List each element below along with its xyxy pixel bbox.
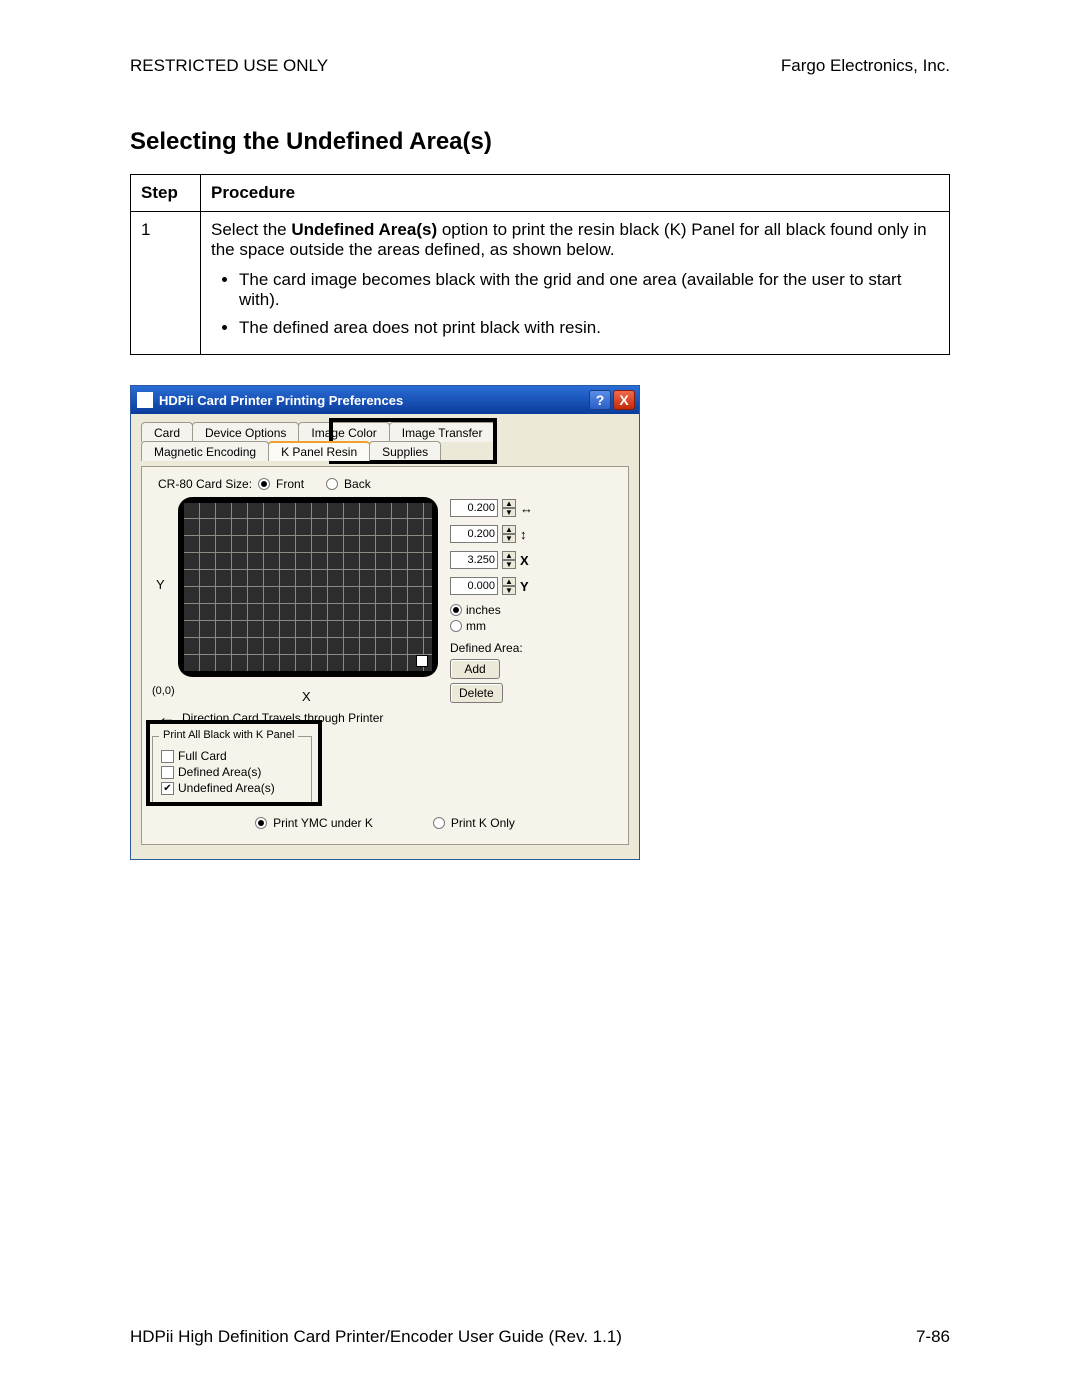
spin-width-buttons[interactable]: ▲▼ — [502, 499, 516, 517]
spin-width[interactable] — [450, 499, 498, 517]
label-front: Front — [276, 477, 304, 491]
footer-left: HDPii High Definition Card Printer/Encod… — [130, 1327, 622, 1347]
defined-area-marker[interactable] — [416, 655, 428, 667]
origin-label: (0,0) — [152, 685, 175, 697]
header-left: RESTRICTED USE ONLY — [130, 56, 328, 76]
titlebar[interactable]: HDPii Card Printer Printing Preferences … — [131, 386, 639, 414]
page-title: Selecting the Undefined Area(s) — [130, 128, 950, 156]
defined-area-label: Defined Area: — [450, 641, 610, 655]
label-mm: mm — [466, 619, 486, 633]
printing-preferences-dialog: HDPii Card Printer Printing Preferences … — [130, 385, 640, 860]
spin-y[interactable] — [450, 577, 498, 595]
x-axis-label: X — [302, 689, 311, 704]
spin-x[interactable] — [450, 551, 498, 569]
chk-undefined-areas[interactable]: ✔ — [161, 782, 174, 795]
delete-button[interactable]: Delete — [450, 683, 503, 703]
footer-right: 7-86 — [916, 1327, 950, 1347]
label-inches: inches — [466, 603, 501, 617]
label-undefined-areas: Undefined Area(s) — [178, 781, 275, 795]
tab-panel: CR-80 Card Size: Front Back Y — [141, 466, 629, 845]
tab-k-panel-resin[interactable]: K Panel Resin — [268, 441, 370, 461]
tab-device-options[interactable]: Device Options — [192, 422, 299, 442]
radio-front[interactable] — [258, 478, 270, 490]
label-defined-areas: Defined Area(s) — [178, 765, 261, 779]
add-button[interactable]: Add — [450, 659, 500, 679]
dialog-title: HDPii Card Printer Printing Preferences — [159, 393, 403, 408]
arrow-left-icon: ← — [158, 707, 176, 728]
procedure-table: Step Procedure 1 Select the Undefined Ar… — [130, 174, 950, 355]
chk-defined-areas[interactable] — [161, 766, 174, 779]
groupbox-legend: Print All Black with K Panel — [159, 729, 298, 741]
bullet-1: The card image becomes black with the gr… — [239, 270, 939, 310]
spin-y-buttons[interactable]: ▲▼ — [502, 577, 516, 595]
tab-magnetic-encoding[interactable]: Magnetic Encoding — [141, 441, 269, 461]
spin-x-buttons[interactable]: ▲▼ — [502, 551, 516, 569]
spin-height-buttons[interactable]: ▲▼ — [502, 525, 516, 543]
step-procedure: Select the Undefined Area(s) option to p… — [201, 212, 950, 355]
tab-image-color[interactable]: Image Color — [298, 422, 389, 442]
card-preview[interactable] — [178, 497, 438, 677]
bullet-2: The defined area does not print black wi… — [239, 318, 939, 338]
tab-strip: Card Device Options Image Color Image Tr… — [141, 422, 629, 461]
card-size-label: CR-80 Card Size: — [158, 477, 252, 491]
spin-height[interactable] — [450, 525, 498, 543]
radio-print-ymc[interactable] — [255, 817, 267, 829]
radio-back[interactable] — [326, 478, 338, 490]
height-icon: ↕ — [520, 527, 538, 542]
radio-mm[interactable] — [450, 620, 462, 632]
y-axis-label: Y — [156, 577, 165, 592]
x-icon: X — [520, 553, 538, 568]
label-back: Back — [344, 477, 371, 491]
chk-full-card[interactable] — [161, 750, 174, 763]
tab-card[interactable]: Card — [141, 422, 193, 442]
printer-icon — [137, 392, 153, 408]
print-black-groupbox: Print All Black with K Panel Full Card D… — [152, 736, 312, 806]
label-print-ymc: Print YMC under K — [273, 816, 373, 830]
close-button[interactable]: X — [613, 390, 635, 410]
label-full-card: Full Card — [178, 749, 227, 763]
tab-supplies[interactable]: Supplies — [369, 441, 441, 461]
width-icon: ↔ — [520, 501, 538, 516]
y-icon: Y — [520, 579, 538, 594]
col-step: Step — [131, 175, 201, 212]
radio-print-k-only[interactable] — [433, 817, 445, 829]
label-print-k-only: Print K Only — [451, 816, 515, 830]
tab-image-transfer[interactable]: Image Transfer — [389, 422, 496, 442]
direction-label: Direction Card Travels through Printer — [182, 711, 383, 725]
help-button[interactable]: ? — [589, 390, 611, 410]
header-right: Fargo Electronics, Inc. — [781, 56, 950, 76]
step-number: 1 — [131, 212, 201, 355]
radio-inches[interactable] — [450, 604, 462, 616]
col-proc: Procedure — [201, 175, 950, 212]
